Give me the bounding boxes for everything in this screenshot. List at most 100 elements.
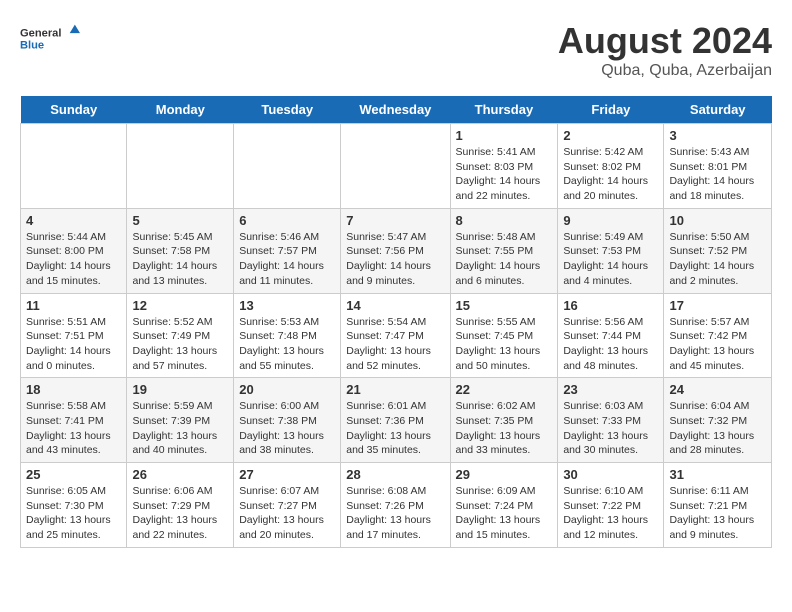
day-number: 12 [132,298,228,313]
calendar-week-row: 4 Sunrise: 5:44 AMSunset: 8:00 PMDaylight… [21,208,772,293]
calendar-cell: 5 Sunrise: 5:45 AMSunset: 7:58 PMDaylight… [127,208,234,293]
day-info: Sunrise: 5:48 AMSunset: 7:55 PMDaylight:… [456,230,553,289]
calendar-cell: 13Sunrise: 5:53 AMSunset: 7:48 PMDayligh… [234,293,341,378]
day-number: 11 [26,298,121,313]
day-number: 16 [563,298,658,313]
calendar-cell: 8Sunrise: 5:48 AMSunset: 7:55 PMDaylight… [450,208,558,293]
calendar-cell: 6 Sunrise: 5:46 AMSunset: 7:57 PMDaylight… [234,208,341,293]
day-info: Sunrise: 5:41 AMSunset: 8:03 PMDaylight:… [456,145,553,204]
calendar-cell: 26Sunrise: 6:06 AMSunset: 7:29 PMDayligh… [127,463,234,548]
day-info: Sunrise: 6:09 AMSunset: 7:24 PMDaylight:… [456,484,553,543]
day-info: Sunrise: 5:53 AMSunset: 7:48 PMDaylight:… [239,315,335,374]
calendar-week-row: 18 Sunrise: 5:58 AMSunset: 7:41 PMDayligh… [21,378,772,463]
day-info: Sunrise: 5:59 AMSunset: 7:39 PMDaylight:… [132,399,228,458]
calendar-cell [341,124,450,209]
weekday-header-sunday: Sunday [21,96,127,124]
calendar-cell: 28 Sunrise: 6:08 AMSunset: 7:26 PMDayligh… [341,463,450,548]
day-number: 5 [132,213,228,228]
calendar-cell: 17 Sunrise: 5:57 AMSunset: 7:42 PMDayligh… [664,293,772,378]
day-info: Sunrise: 5:57 AMSunset: 7:42 PMDaylight:… [669,315,766,374]
day-info: Sunrise: 5:55 AMSunset: 7:45 PMDaylight:… [456,315,553,374]
subtitle: Quba, Quba, Azerbaijan [558,62,772,80]
weekday-header-friday: Friday [558,96,664,124]
day-info: Sunrise: 5:42 AMSunset: 8:02 PMDaylight:… [563,145,658,204]
day-number: 18 [26,382,121,397]
calendar-cell: 29Sunrise: 6:09 AMSunset: 7:24 PMDayligh… [450,463,558,548]
day-number: 10 [669,213,766,228]
day-number: 21 [346,382,444,397]
calendar-body: 1 Sunrise: 5:41 AMSunset: 8:03 PMDaylight… [21,124,772,548]
calendar-cell: 14Sunrise: 5:54 AMSunset: 7:47 PMDayligh… [341,293,450,378]
calendar-cell: 10 Sunrise: 5:50 AMSunset: 7:52 PMDayligh… [664,208,772,293]
day-number: 25 [26,467,121,482]
calendar-week-row: 11 Sunrise: 5:51 AMSunset: 7:51 PMDayligh… [21,293,772,378]
day-number: 23 [563,382,658,397]
calendar-cell: 9 Sunrise: 5:49 AMSunset: 7:53 PMDaylight… [558,208,664,293]
calendar-cell: 1 Sunrise: 5:41 AMSunset: 8:03 PMDaylight… [450,124,558,209]
day-number: 17 [669,298,766,313]
day-info: Sunrise: 6:03 AMSunset: 7:33 PMDaylight:… [563,399,658,458]
day-info: Sunrise: 6:04 AMSunset: 7:32 PMDaylight:… [669,399,766,458]
weekday-header-monday: Monday [127,96,234,124]
logo-svg: General Blue [20,20,80,60]
weekday-header-thursday: Thursday [450,96,558,124]
day-info: Sunrise: 5:52 AMSunset: 7:49 PMDaylight:… [132,315,228,374]
day-info: Sunrise: 6:08 AMSunset: 7:26 PMDaylight:… [346,484,444,543]
calendar-cell: 11 Sunrise: 5:51 AMSunset: 7:51 PMDayligh… [21,293,127,378]
calendar-header: SundayMondayTuesdayWednesdayThursdayFrid… [21,96,772,124]
day-number: 19 [132,382,228,397]
calendar-cell: 16Sunrise: 5:56 AMSunset: 7:44 PMDayligh… [558,293,664,378]
day-info: Sunrise: 5:43 AMSunset: 8:01 PMDaylight:… [669,145,766,204]
calendar-cell: 21 Sunrise: 6:01 AMSunset: 7:36 PMDayligh… [341,378,450,463]
day-number: 15 [456,298,553,313]
calendar-cell: 23 Sunrise: 6:03 AMSunset: 7:33 PMDayligh… [558,378,664,463]
calendar-cell: 15 Sunrise: 5:55 AMSunset: 7:45 PMDayligh… [450,293,558,378]
day-info: Sunrise: 6:06 AMSunset: 7:29 PMDaylight:… [132,484,228,543]
calendar-cell: 4 Sunrise: 5:44 AMSunset: 8:00 PMDaylight… [21,208,127,293]
calendar-table: SundayMondayTuesdayWednesdayThursdayFrid… [20,96,772,548]
day-number: 4 [26,213,121,228]
day-number: 3 [669,128,766,143]
day-number: 2 [563,128,658,143]
day-number: 6 [239,213,335,228]
day-info: Sunrise: 5:50 AMSunset: 7:52 PMDaylight:… [669,230,766,289]
calendar-cell: 30Sunrise: 6:10 AMSunset: 7:22 PMDayligh… [558,463,664,548]
day-info: Sunrise: 5:44 AMSunset: 8:00 PMDaylight:… [26,230,121,289]
day-info: Sunrise: 5:45 AMSunset: 7:58 PMDaylight:… [132,230,228,289]
day-number: 30 [563,467,658,482]
main-title: August 2024 [558,20,772,62]
day-info: Sunrise: 5:49 AMSunset: 7:53 PMDaylight:… [563,230,658,289]
day-number: 24 [669,382,766,397]
calendar-cell: 25Sunrise: 6:05 AMSunset: 7:30 PMDayligh… [21,463,127,548]
day-info: Sunrise: 6:07 AMSunset: 7:27 PMDaylight:… [239,484,335,543]
calendar-week-row: 25Sunrise: 6:05 AMSunset: 7:30 PMDayligh… [21,463,772,548]
day-number: 22 [456,382,553,397]
day-info: Sunrise: 5:46 AMSunset: 7:57 PMDaylight:… [239,230,335,289]
day-number: 27 [239,467,335,482]
day-info: Sunrise: 6:01 AMSunset: 7:36 PMDaylight:… [346,399,444,458]
calendar-cell: 31Sunrise: 6:11 AMSunset: 7:21 PMDayligh… [664,463,772,548]
day-info: Sunrise: 6:11 AMSunset: 7:21 PMDaylight:… [669,484,766,543]
weekday-header-row: SundayMondayTuesdayWednesdayThursdayFrid… [21,96,772,124]
logo: General Blue [20,20,80,60]
day-number: 28 [346,467,444,482]
day-number: 9 [563,213,658,228]
header: General Blue August 2024 Quba, Quba, Aze… [20,20,772,80]
calendar-cell: 18 Sunrise: 5:58 AMSunset: 7:41 PMDayligh… [21,378,127,463]
calendar-cell [234,124,341,209]
calendar-cell: 2 Sunrise: 5:42 AMSunset: 8:02 PMDaylight… [558,124,664,209]
calendar-cell: 27 Sunrise: 6:07 AMSunset: 7:27 PMDayligh… [234,463,341,548]
day-number: 1 [456,128,553,143]
day-number: 20 [239,382,335,397]
weekday-header-wednesday: Wednesday [341,96,450,124]
svg-text:General: General [20,28,61,40]
calendar-cell: 7Sunrise: 5:47 AMSunset: 7:56 PMDaylight… [341,208,450,293]
day-info: Sunrise: 5:47 AMSunset: 7:56 PMDaylight:… [346,230,444,289]
svg-text:Blue: Blue [20,40,44,52]
day-info: Sunrise: 5:51 AMSunset: 7:51 PMDaylight:… [26,315,121,374]
calendar-cell: 20Sunrise: 6:00 AMSunset: 7:38 PMDayligh… [234,378,341,463]
calendar-cell [127,124,234,209]
calendar-cell: 24 Sunrise: 6:04 AMSunset: 7:32 PMDayligh… [664,378,772,463]
day-number: 14 [346,298,444,313]
day-info: Sunrise: 5:58 AMSunset: 7:41 PMDaylight:… [26,399,121,458]
